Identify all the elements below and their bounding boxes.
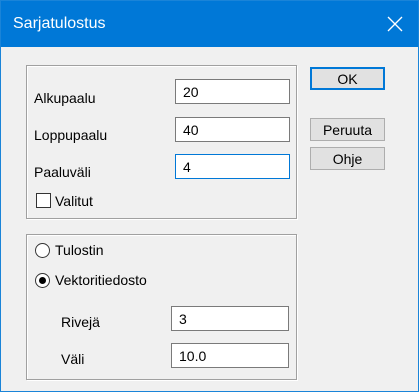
start-station-label: Alkupaalu bbox=[34, 90, 96, 106]
selected-checkbox-label: Valitut bbox=[55, 193, 93, 209]
ok-button[interactable]: OK bbox=[310, 67, 385, 90]
title-bar[interactable]: Sarjatulostus bbox=[1, 1, 418, 47]
spacing-label: Väli bbox=[61, 351, 85, 367]
close-button[interactable] bbox=[372, 1, 418, 47]
radio-selected-dot bbox=[39, 277, 46, 284]
cancel-button[interactable]: Peruuta bbox=[310, 118, 385, 141]
spacing-input[interactable] bbox=[171, 343, 289, 368]
close-icon bbox=[387, 16, 403, 32]
dialog-window: Sarjatulostus Alkupaalu Loppupaalu Paalu… bbox=[0, 0, 419, 392]
end-station-label: Loppupaalu bbox=[34, 127, 108, 143]
start-station-input[interactable] bbox=[175, 79, 290, 104]
station-interval-input[interactable] bbox=[175, 154, 290, 179]
window-title: Sarjatulostus bbox=[13, 15, 106, 32]
selected-checkbox[interactable] bbox=[36, 193, 51, 208]
printer-radio-label: Tulostin bbox=[55, 242, 104, 258]
printer-radio[interactable] bbox=[35, 243, 50, 258]
help-button[interactable]: Ohje bbox=[310, 147, 385, 170]
station-interval-label: Paaluväli bbox=[34, 164, 91, 180]
vector-file-radio-label: Vektoritiedosto bbox=[55, 272, 147, 288]
rows-input[interactable] bbox=[171, 306, 289, 331]
rows-label: Rivejä bbox=[61, 314, 100, 330]
end-station-input[interactable] bbox=[175, 117, 290, 142]
vector-file-radio[interactable] bbox=[35, 273, 50, 288]
